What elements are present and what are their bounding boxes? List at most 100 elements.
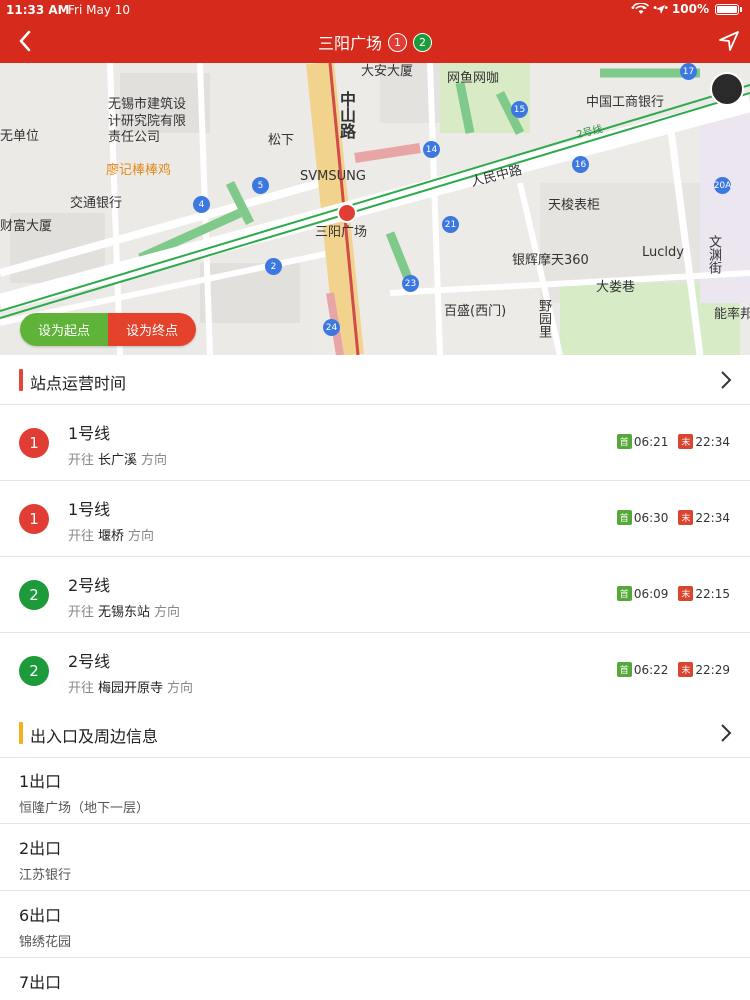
back-chevron-icon[interactable] xyxy=(10,26,40,56)
line-schedule-row[interactable]: 2 2号线 开往 梅园开原寺 方向 首 06:22 末 22:29 xyxy=(0,633,750,709)
line-direction: 开往 无锡东站 方向 xyxy=(68,601,180,620)
exit-row[interactable]: 2出口江苏银行 xyxy=(0,825,750,891)
exit-row[interactable]: 7出口 xyxy=(0,959,750,1000)
line-times: 首 06:30 末 22:34 xyxy=(616,510,730,525)
map-label-liaoji: 廖记棒棒鸡 xyxy=(106,163,172,178)
line-destination: 无锡东站 xyxy=(98,605,151,620)
line-badge-icon: 2 xyxy=(19,656,49,686)
map-label-sanyang: 三阳广场 xyxy=(315,225,368,240)
line-badge-icon: 1 xyxy=(19,428,49,458)
line-1-badge: 1 xyxy=(388,32,408,52)
line-badge-icon: 1 xyxy=(19,504,49,534)
map-poi-2-icon[interactable]: 2 xyxy=(265,258,282,275)
direction-suffix: 方向 xyxy=(154,605,181,620)
line-times: 首 06:22 末 22:29 xyxy=(616,662,730,677)
chevron-right-icon[interactable] xyxy=(720,370,732,390)
map-label-samsung: SVMSUNG xyxy=(300,169,366,184)
line-schedule-row[interactable]: 2 2号线 开往 无锡东站 方向 首 06:09 末 22:15 xyxy=(0,557,750,633)
navigate-icon[interactable] xyxy=(718,30,740,52)
line-name: 1号线 xyxy=(68,424,111,443)
direction-prefix: 开往 xyxy=(68,529,95,544)
map-poi-15-icon[interactable]: 15 xyxy=(511,101,528,118)
exit-row[interactable]: 6出口锦绣花园 xyxy=(0,892,750,958)
map-label-baisheng: 百盛(西门) xyxy=(444,304,507,319)
map-label-lucldy: Lucldy xyxy=(642,245,684,260)
exit-name: 6出口 xyxy=(19,906,62,925)
status-date: Fri May 10 xyxy=(68,3,131,17)
map-poi-16-icon[interactable]: 16 xyxy=(572,156,589,173)
station-map[interactable]: 无锡市建筑设 计研究院有限 责任公司 无单位 松下 网鱼网咖 大安大厦 中山路 … xyxy=(0,63,750,355)
map-label-yuanwei: 无单位 xyxy=(0,129,40,144)
exits-title: 出入口及周边信息 xyxy=(30,727,159,746)
first-train-tag: 首 xyxy=(616,662,632,677)
status-right: 100% xyxy=(632,2,742,16)
map-poi-20a-icon[interactable]: 20A xyxy=(714,177,731,194)
set-point-buttons: 设为起点 设为终点 xyxy=(20,313,196,346)
direction-prefix: 开往 xyxy=(68,681,95,696)
section-accent-bar xyxy=(19,369,23,391)
section-accent-bar xyxy=(19,722,23,744)
set-as-start-button[interactable]: 设为起点 xyxy=(20,313,108,346)
map-poi-21-icon[interactable]: 21 xyxy=(442,216,459,233)
map-label-dalou: 大娄巷 xyxy=(596,280,636,295)
line-times: 首 06:09 末 22:15 xyxy=(616,586,730,601)
map-label-gonghang: 中国工商银行 xyxy=(586,95,665,110)
status-time: 11:33 AM xyxy=(6,3,70,17)
set-as-end-button[interactable]: 设为终点 xyxy=(108,313,196,346)
first-train-tag: 首 xyxy=(616,586,632,601)
line-schedule-row[interactable]: 1 1号线开往 长广溪 方向 首 06:21 末 22:34 xyxy=(0,405,750,481)
map-poi-5-icon[interactable]: 5 xyxy=(252,177,269,194)
location-arrow-icon xyxy=(655,4,665,14)
first-train-time: 06:30 xyxy=(633,510,669,525)
line-direction: 开往 长广溪 方向 xyxy=(68,449,167,468)
line-name: 2号线 xyxy=(68,576,111,595)
exit-description: 锦绣花园 xyxy=(19,935,72,950)
compass-icon[interactable] xyxy=(710,72,744,106)
page-title-group: 三阳广场 1 2 xyxy=(318,30,433,54)
direction-suffix: 方向 xyxy=(167,681,194,696)
page-title: 三阳广场 xyxy=(318,34,383,53)
exit-description: 恒隆广场（地下一层） xyxy=(19,801,150,816)
line-destination: 堰桥 xyxy=(98,529,125,544)
exits-header[interactable]: 出入口及周边信息 xyxy=(0,708,750,758)
battery-tip xyxy=(740,6,742,12)
exit-description: 江苏银行 xyxy=(19,868,72,883)
map-poi-24-icon[interactable]: 24 xyxy=(323,319,340,336)
nav-bar: 三阳广场 1 2 xyxy=(0,20,750,63)
chevron-right-icon[interactable] xyxy=(720,723,732,743)
map-poi-4-icon[interactable]: 4 xyxy=(193,196,210,213)
map-label-songxia: 松下 xyxy=(268,133,295,148)
line-destination: 梅园开原寺 xyxy=(98,681,164,696)
exit-row[interactable]: 1出口恒隆广场（地下一层） xyxy=(0,758,750,824)
operation-time-header[interactable]: 站点运营时间 xyxy=(0,355,750,405)
direction-prefix: 开往 xyxy=(68,453,95,468)
exit-name: 2出口 xyxy=(19,839,62,858)
line-times: 首 06:21 末 22:34 xyxy=(616,434,730,449)
map-poi-14-icon[interactable]: 14 xyxy=(423,141,440,158)
line-schedule-row[interactable]: 1 1号线 开往 堰桥 方向 首 06:30 末 22:34 xyxy=(0,481,750,557)
last-train-time: 22:34 xyxy=(695,434,730,449)
line-name: 2号线 xyxy=(68,652,111,671)
exit-name: 7出口 xyxy=(19,973,62,992)
map-label-caifu: 财富大厦 xyxy=(0,219,53,234)
map-poi-17-icon[interactable]: 17 xyxy=(680,63,697,80)
last-train-tag: 末 xyxy=(678,662,694,677)
battery-icon xyxy=(715,3,739,15)
map-label-yeyuanli: 野园里 xyxy=(536,299,551,338)
first-train-time: 06:22 xyxy=(633,662,669,677)
status-bar: 11:33 AM Fri May 10 • • • • 100% xyxy=(0,0,750,20)
direction-suffix: 方向 xyxy=(141,453,168,468)
map-label-wangyu: 网鱼网咖 xyxy=(447,71,500,86)
first-train-tag: 首 xyxy=(616,434,632,449)
battery-percent: 100% xyxy=(671,2,709,16)
direction-prefix: 开往 xyxy=(68,605,95,620)
operation-time-title: 站点运营时间 xyxy=(30,374,127,393)
exit-name: 1出口 xyxy=(19,772,62,791)
first-train-time: 06:21 xyxy=(633,434,669,449)
top-bar: 11:33 AM Fri May 10 • • • • 100% 三阳广场 1 … xyxy=(0,0,750,63)
line-direction: 开往 堰桥 方向 xyxy=(68,525,154,544)
map-label-wenyuanjie: 文渊街 xyxy=(706,235,721,274)
map-label-jiaotong: 交通银行 xyxy=(70,196,123,211)
map-poi-23-icon[interactable]: 23 xyxy=(402,275,419,292)
first-train-tag: 首 xyxy=(616,510,632,525)
